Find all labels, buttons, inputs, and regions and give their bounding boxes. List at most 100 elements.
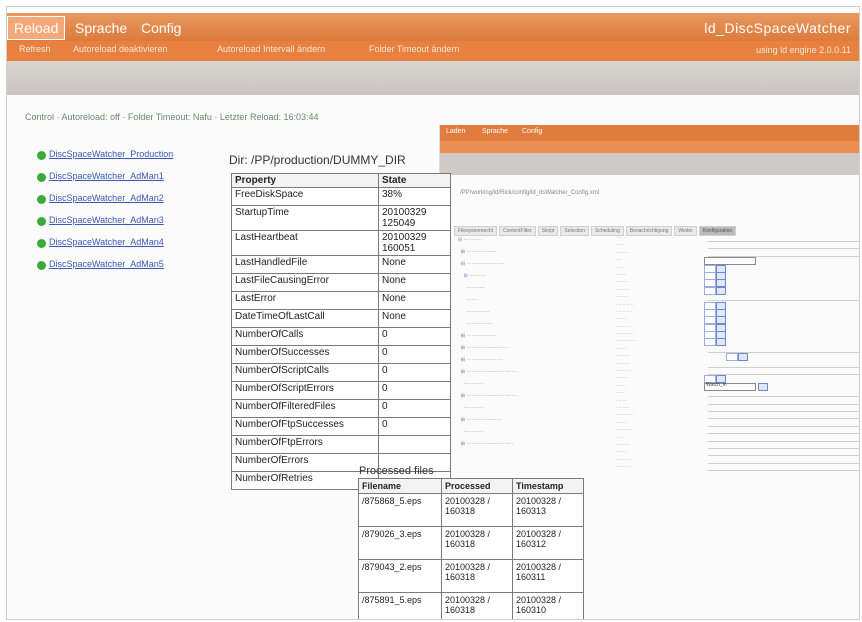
property-name: NumberOfSuccesses (231, 345, 379, 364)
tree-node: ·············· (458, 309, 490, 315)
property-name: NumberOfCalls (231, 327, 379, 346)
table-row: NumberOfCalls 0 (231, 327, 451, 346)
autoreload-interval-link[interactable]: Autoreload Intervall ändern (217, 44, 325, 54)
property-value: 20100329 160051 (378, 230, 451, 256)
table-row: StartupTime 20100329 125049 (231, 205, 451, 231)
watcher-link[interactable]: DiscSpaceWatcher_Production (49, 149, 173, 159)
property-value: 20100329 125049 (378, 205, 451, 231)
tree-node: ⊟ ·········· (458, 273, 486, 279)
watcher-link[interactable]: DiscSpaceWatcher_AdMan2 (49, 193, 164, 203)
overlay-detail-tab: Benachrichtigung (625, 226, 673, 236)
tree-node: ············ (458, 405, 484, 411)
property-name: NumberOfFtpSuccesses (231, 417, 379, 436)
tab-sprache[interactable]: Sprache (69, 17, 133, 39)
tree-node: ············ (458, 381, 484, 387)
property-value: None (378, 309, 451, 328)
status-dot-icon (37, 195, 46, 204)
table-row: LastHandledFile None (231, 255, 451, 274)
overlay-tab: Laden (446, 128, 466, 135)
header-band (7, 61, 859, 95)
status-dot-icon (37, 151, 46, 160)
overlay-detail-tab: Weiter (674, 226, 697, 236)
property-name: NumberOfRetries (231, 471, 379, 490)
property-name: StartupTime (231, 205, 379, 231)
watcher-link[interactable]: DiscSpaceWatcher_AdMan3 (49, 215, 164, 225)
table-row: LastFileCausingError None (231, 273, 451, 292)
processed-cell: 20100328 / 160318 (441, 493, 513, 527)
overlay-detail-tabs: Filesystemrecht ContentFilter Skript Select… (454, 219, 738, 236)
tab-reload[interactable]: Reload (7, 16, 66, 40)
folder-timeout-link[interactable]: Folder Timeout ändern (369, 44, 460, 54)
sub-navigation-bar: Refresh Autoreload deaktivieren Autorelo… (7, 41, 859, 61)
watcher-link[interactable]: DiscSpaceWatcher_AdMan4 (49, 237, 164, 247)
version-label: using ld engine 2.0.0.11 (756, 45, 851, 55)
status-dot-icon (37, 173, 46, 182)
column-header-timestamp: Timestamp (512, 478, 584, 494)
watcher-link[interactable]: DiscSpaceWatcher_AdMan5 (49, 259, 164, 269)
column-header-processed: Processed (441, 478, 513, 494)
tree-node: ⊞ ······················ (458, 357, 503, 363)
column-header-state: State (378, 173, 451, 188)
property-value: 0 (378, 363, 451, 382)
tree-node: ⊟ ··········· (458, 237, 482, 243)
overlay-tree: ⊟ ··········· ⊞ ·················· ⊟ ···… (458, 237, 518, 453)
table-row: NumberOfFtpErrors (231, 435, 451, 454)
table-row: LastError None (231, 291, 451, 310)
filename-cell: /875868_5.eps (358, 493, 442, 527)
processed-files-title: Processed files (359, 465, 434, 477)
tree-node: ⊞ ····················· (458, 417, 502, 423)
tab-config[interactable]: Config (135, 17, 187, 39)
overlay-sub-bar (440, 141, 859, 153)
column-header-filename: Filename (358, 478, 442, 494)
property-name: LastFileCausingError (231, 273, 379, 292)
table-row: /875868_5.eps 20100328 / 160318 20100328 /… (358, 493, 584, 527)
tree-node: ······· (458, 297, 478, 303)
overlay-top-bar: Laden Sprache Config (440, 125, 859, 141)
tree-node: ⊞ ···························· (458, 441, 513, 447)
status-dot-icon (37, 217, 46, 226)
overlay-config-path: /PP/working/ld/Rick/config/ld_dsWatcher_… (460, 190, 600, 196)
timestamp-cell: 20100328 / 160310 (512, 592, 584, 619)
overlay-detail-tab: Selection (560, 226, 589, 236)
filename-cell: /875891_5.eps (358, 592, 442, 619)
property-name: DateTimeOfLastCall (231, 309, 379, 328)
status-dot-icon (37, 261, 46, 270)
property-value: 0 (378, 327, 451, 346)
property-name: LastHeartbeat (231, 230, 379, 256)
property-name: FreeDiskSpace (231, 187, 379, 206)
timestamp-cell: 20100328 / 160312 (512, 526, 584, 560)
property-value: 0 (378, 399, 451, 418)
property-table: Property State FreeDiskSpace 38% StartupT… (231, 173, 451, 490)
overlay-header-band (440, 153, 859, 175)
property-value: None (378, 273, 451, 292)
filename-cell: /879043_2.eps (358, 559, 442, 593)
overlay-tab: Config (522, 128, 543, 135)
timestamp-cell: 20100328 / 160313 (512, 493, 584, 527)
property-value: None (378, 291, 451, 310)
autoreload-toggle-link[interactable]: Autoreload deaktivieren (73, 44, 168, 54)
app-frame: Reload Sprache Config ld_DiscSpaceWatche… (6, 6, 860, 620)
processed-cell: 20100328 / 160318 (441, 526, 513, 560)
property-name: NumberOfErrors (231, 453, 379, 472)
overlay-combo-value: Watch_in (706, 381, 727, 388)
table-row: /879043_2.eps 20100328 / 160318 20100328 /… (358, 559, 584, 593)
tree-node: ⊞ ·················· (458, 249, 497, 255)
property-value: None (378, 255, 451, 274)
tree-node: ⊟ ······················· (458, 261, 505, 267)
table-row: NumberOfScriptCalls 0 (231, 363, 451, 382)
property-name: LastHandledFile (231, 255, 379, 274)
column-header-property: Property (231, 173, 379, 188)
property-name: LastError (231, 291, 379, 310)
watcher-link[interactable]: DiscSpaceWatcher_AdMan1 (49, 171, 164, 181)
table-row: NumberOfScriptErrors 0 (231, 381, 451, 400)
table-row: NumberOfFilteredFiles 0 (231, 399, 451, 418)
property-name: NumberOfFilteredFiles (231, 399, 379, 418)
refresh-link[interactable]: Refresh (19, 44, 51, 54)
processed-cell: 20100328 / 160318 (441, 592, 513, 619)
overlay-detail-tab: Konfiguration (698, 226, 737, 236)
overlay-detail-tab: ContentFilter (499, 226, 536, 236)
property-value: 0 (378, 417, 451, 436)
table-row: /875891_5.eps 20100328 / 160318 20100328 /… (358, 592, 584, 619)
status-line: Control · Autoreload: off · Folder Timeo… (25, 112, 319, 122)
processed-files-table: Filename Processed Timestamp /875868_5.e… (358, 478, 584, 619)
